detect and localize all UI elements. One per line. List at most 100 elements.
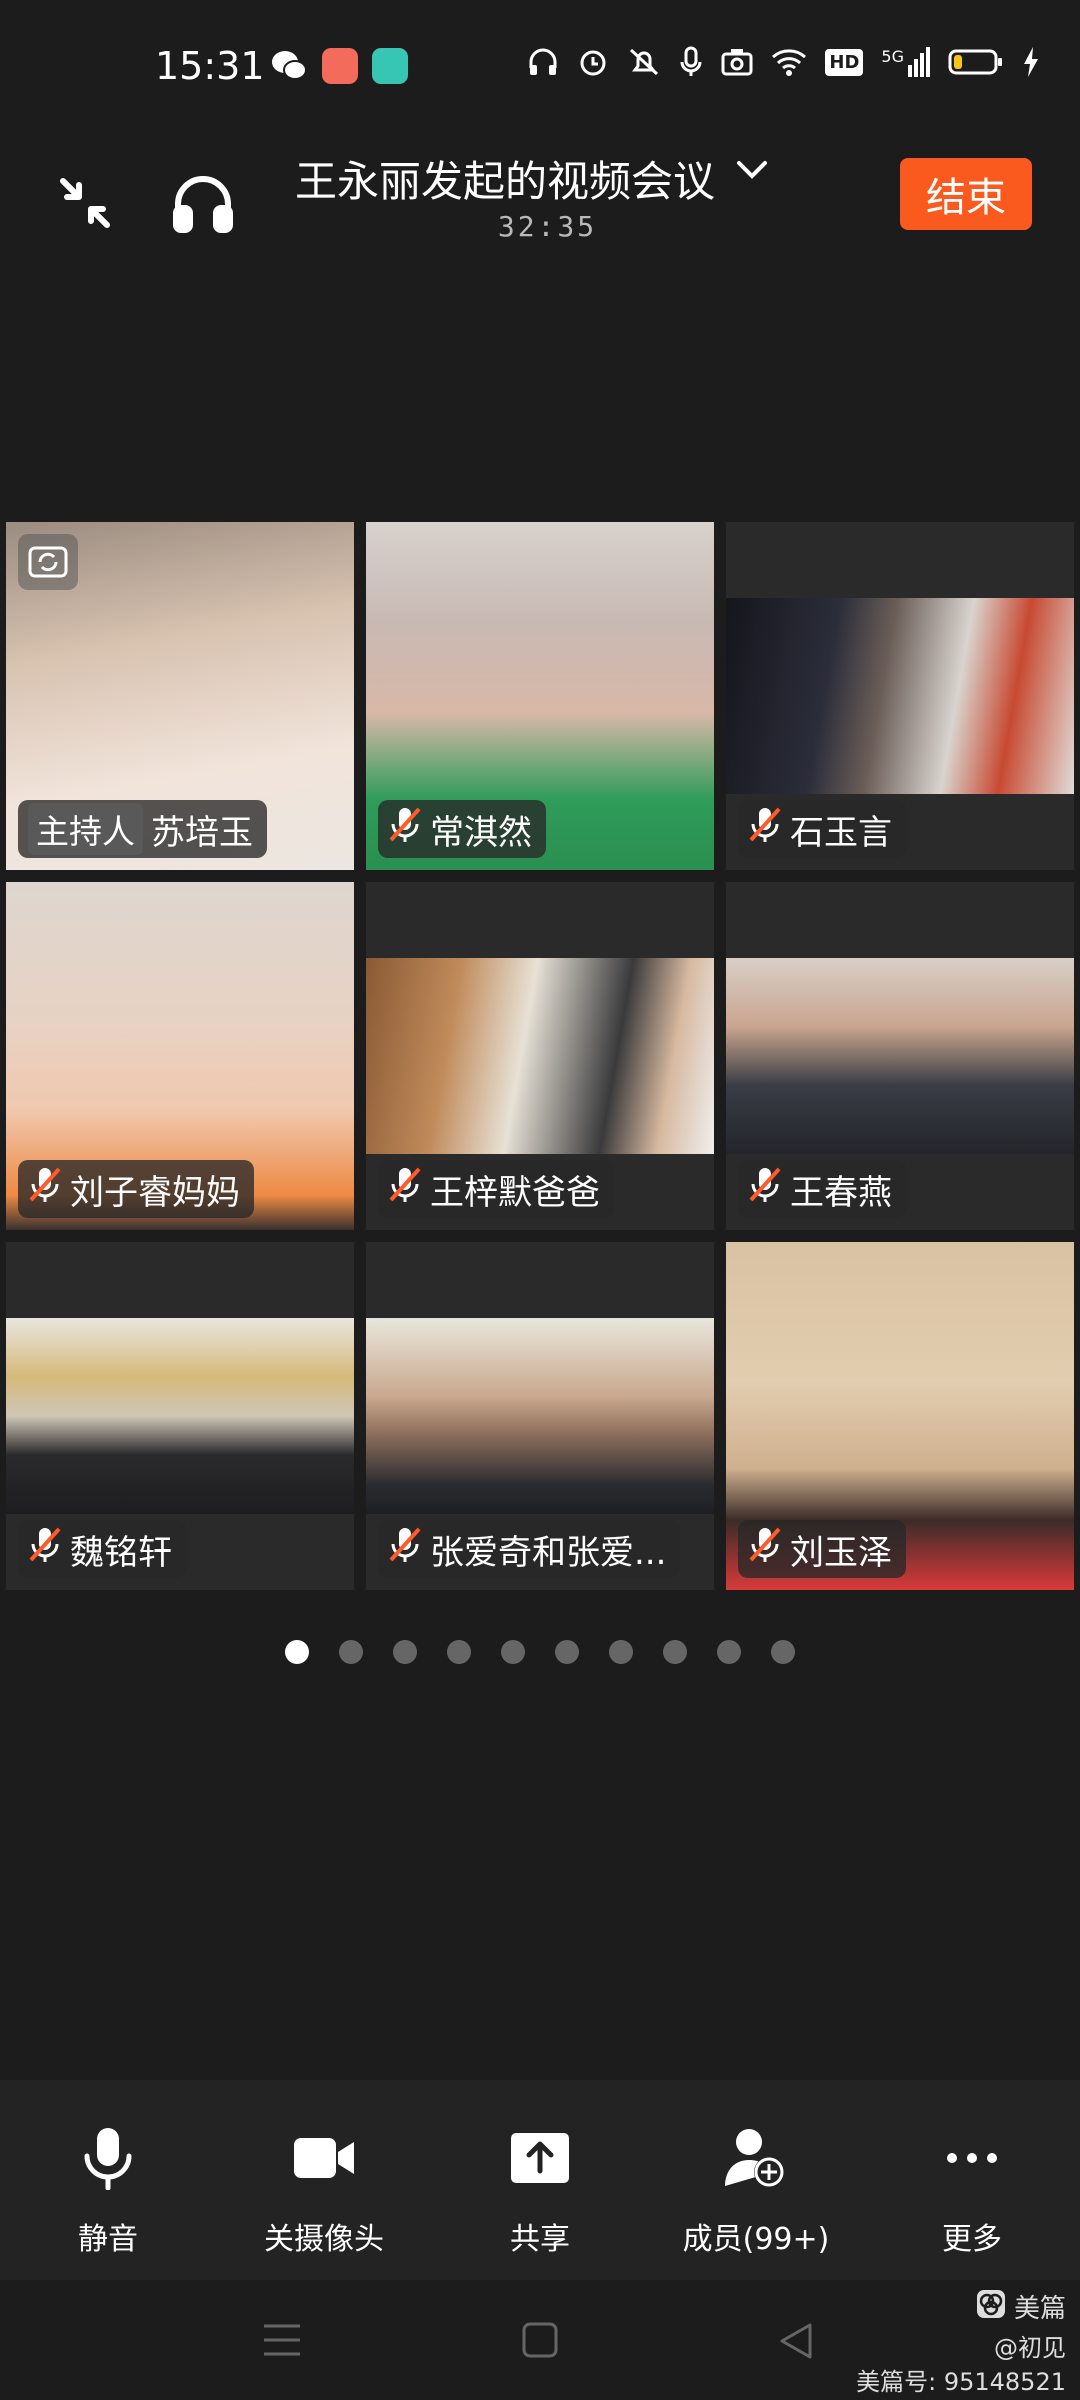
video-feed (726, 958, 1074, 1154)
participant-tile[interactable]: 刘玉泽 (726, 1242, 1074, 1590)
members-label: 成员(99+) (682, 2222, 830, 2257)
participant-tile[interactable]: 魏铭轩 (6, 1242, 354, 1590)
participant-name-tag: 王春燕 (738, 1160, 906, 1218)
switch-camera-button[interactable] (18, 534, 78, 590)
status-bar: 15:31 HD 5G (0, 0, 1080, 140)
back-triangle-icon (778, 2323, 814, 2364)
participant-name-tag: 张爱奇和张爱... (378, 1520, 681, 1578)
menu-nav-button[interactable] (262, 2322, 302, 2362)
page-dot[interactable] (555, 1640, 579, 1664)
page-dot[interactable] (447, 1640, 471, 1664)
alarm-icon (577, 46, 609, 78)
participant-name-tag: 刘玉泽 (738, 1520, 906, 1578)
video-feed (726, 598, 1074, 794)
participant-name: 刘玉泽 (790, 1532, 892, 1573)
participant-name: 刘子睿妈妈 (70, 1172, 240, 1213)
participant-tile[interactable]: 刘子睿妈妈 (6, 882, 354, 1230)
wechat-icon (270, 48, 308, 88)
status-system-icons: HD 5G (527, 46, 1040, 78)
mic-icon (679, 46, 703, 78)
page-indicator[interactable] (285, 1640, 795, 1664)
page-dot[interactable] (393, 1640, 417, 1664)
page-dot[interactable] (339, 1640, 363, 1664)
meipian-logo-icon (976, 2289, 1006, 2325)
add-member-icon (648, 2120, 864, 2196)
watermark-id: 美篇号: 95148521 (856, 2368, 1066, 2396)
participant-name-tag: 常淇然 (378, 800, 546, 858)
meeting-title[interactable]: 王永丽发起的视频会议 (295, 148, 715, 209)
page-dot[interactable] (501, 1640, 525, 1664)
participant-name-tag: 主持人 苏培玉 (18, 800, 267, 858)
more-button[interactable]: 更多 (864, 2120, 1080, 2270)
participant-tile[interactable]: 王梓默爸爸 (366, 882, 714, 1230)
watermark-brand: 美篇 (976, 2288, 1066, 2325)
muted-mic-icon (28, 1526, 70, 1573)
mute-bell-icon (627, 46, 661, 78)
participant-tile[interactable]: 张爱奇和张爱... (366, 1242, 714, 1590)
status-app-icons (270, 48, 408, 88)
participant-name-tag: 王梓默爸爸 (378, 1160, 614, 1218)
participant-name: 魏铭轩 (70, 1532, 172, 1573)
hd-icon: HD (825, 48, 864, 76)
muted-mic-icon (388, 806, 430, 853)
participant-tile[interactable]: 常淇然 (366, 522, 714, 870)
system-nav-bar: 美篇 @初见 美篇号: 95148521 (0, 2280, 1080, 2400)
watermark-brand-text: 美篇 (1013, 2294, 1066, 2324)
meeting-header: 王永丽发起的视频会议 32:35 结束 (0, 140, 1080, 280)
end-meeting-button[interactable]: 结束 (900, 158, 1032, 230)
participant-name: 石玉言 (790, 812, 892, 853)
page-dot[interactable] (663, 1640, 687, 1664)
video-grid: 主持人 苏培玉 常淇然 石玉言 刘子睿妈妈 王梓默爸爸 王春燕 魏铭轩 张爱奇和… (6, 522, 1074, 1590)
mute-label: 静音 (78, 2222, 138, 2257)
participant-name: 王梓默爸爸 (430, 1172, 600, 1213)
camera-label: 关摄像头 (264, 2222, 384, 2257)
share-upload-icon (432, 2120, 648, 2196)
muted-mic-icon (388, 1166, 430, 1213)
members-button[interactable]: 成员(99+) (648, 2120, 864, 2270)
status-time: 15:31 (155, 44, 265, 88)
page-dot[interactable] (609, 1640, 633, 1664)
charging-icon (1022, 46, 1040, 78)
participant-name: 王春燕 (790, 1172, 892, 1213)
chevron-down-icon[interactable] (735, 158, 769, 186)
headphones-icon (527, 46, 559, 78)
switch-camera-icon (28, 542, 68, 582)
participant-name: 苏培玉 (151, 812, 253, 853)
more-dots-icon (864, 2120, 1080, 2196)
back-nav-button[interactable] (778, 2322, 814, 2364)
share-label: 共享 (510, 2222, 570, 2257)
participant-name-tag: 刘子睿妈妈 (18, 1160, 254, 1218)
page-dot[interactable] (771, 1640, 795, 1664)
muted-mic-icon (748, 1166, 790, 1213)
video-feed (6, 1318, 354, 1514)
muted-mic-icon (748, 1526, 790, 1573)
share-button[interactable]: 共享 (432, 2120, 648, 2270)
participant-tile[interactable]: 主持人 苏培玉 (6, 522, 354, 870)
watermark-author: @初见 (994, 2334, 1066, 2362)
video-feed (366, 1318, 714, 1514)
host-badge: 主持人 (28, 803, 143, 855)
participant-tile[interactable]: 王春燕 (726, 882, 1074, 1230)
participant-name: 张爱奇和张爱... (430, 1532, 667, 1573)
video-camera-icon (216, 2120, 432, 2196)
page-dot[interactable] (717, 1640, 741, 1664)
camera-off-button[interactable]: 关摄像头 (216, 2120, 432, 2270)
network-type-label: 5G (881, 47, 904, 66)
chat-app-icon (372, 48, 408, 84)
mute-button[interactable]: 静音 (0, 2120, 216, 2270)
more-label: 更多 (942, 2222, 1002, 2257)
wifi-icon (771, 47, 807, 77)
muted-mic-icon (388, 1526, 430, 1573)
muted-mic-icon (748, 806, 790, 853)
participant-tile[interactable]: 石玉言 (726, 522, 1074, 870)
camera-icon (721, 47, 753, 77)
signal-5g-icon: 5G (881, 47, 930, 77)
home-nav-button[interactable] (522, 2322, 558, 2362)
participant-name: 常淇然 (430, 812, 532, 853)
participant-name-tag: 石玉言 (738, 800, 906, 858)
home-square-icon (522, 2322, 558, 2362)
page-dot-active[interactable] (285, 1640, 309, 1664)
muted-mic-icon (28, 1166, 70, 1213)
meeting-toolbar: 静音 关摄像头 共享 成员(99+) 更多 (0, 2080, 1080, 2280)
microphone-icon (0, 2120, 216, 2196)
